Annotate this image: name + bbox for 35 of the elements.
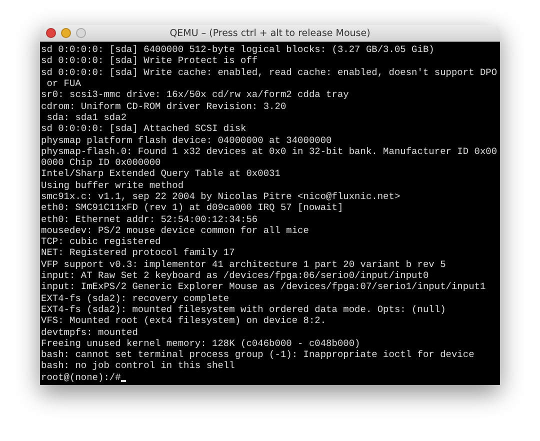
console-line: devtmpfs: mounted bbox=[41, 326, 138, 338]
console-line: bash: cannot set terminal process group (-1): Inappropriate ioctl for device bbox=[41, 349, 474, 360]
close-button[interactable] bbox=[46, 28, 56, 38]
console-line: cdrom: Uniform CD-ROM driver Revision: 3.20 bbox=[41, 100, 286, 112]
console-line: Using buffer write method bbox=[41, 180, 184, 191]
text-cursor bbox=[120, 380, 126, 382]
console-line: EXT4-fs (sda2): recovery complete bbox=[41, 292, 230, 304]
console-line: input: AT Raw Set 2 keyboard as /devices/fpga:06/serio0/input/input0 bbox=[41, 270, 429, 282]
console-line: sda: sda1 sda2 bbox=[46, 112, 127, 123]
console-line: sd 0:0:0:0: [sda] Write cache: enabled, read cache: enabled, doesn't support DPO bbox=[41, 66, 498, 78]
console-line: sd 0:0:0:0: [sda] Attached SCSI disk bbox=[41, 123, 246, 134]
console-line: EXT4-fs (sda2): mounted filesystem with ordered data mode. Opts: (null) bbox=[41, 304, 446, 315]
console-line: sd 0:0:0:0: [sda] 6400000 512-byte logical blocks: (3.27 GB/3.05 GiB) bbox=[41, 44, 434, 56]
console-line: root@(none):/# bbox=[41, 372, 121, 383]
console-line: mousedev: PS/2 mouse device common for all mice bbox=[41, 224, 309, 236]
console-line: Freeing unused kernel memory: 128K (c046b000 - c048b000) bbox=[41, 338, 360, 349]
console-line: physmap-flash.0: Found 1 x32 devices at 0x0 in 32-bit bank. Manufacturer ID 0x00 bbox=[41, 146, 498, 157]
console-line: sd 0:0:0:0: [sda] Write Protect is off bbox=[41, 55, 258, 66]
console-line: sr0: scsi3-mmc drive: 16x/50x cd/rw xa/form2 cdda tray bbox=[41, 89, 349, 100]
console-line: smc91x.c: v1.1, sep 22 2004 by Nicolas Pitre <nico@fluxnic.net> bbox=[41, 191, 400, 202]
console-line: 0000 Chip ID 0x000000 bbox=[41, 157, 161, 168]
console-line: VFS: Mounted root (ext4 filesystem) on device 8:2. bbox=[41, 315, 326, 326]
console-line: eth0: Ethernet addr: 52:54:00:12:34:56 bbox=[41, 214, 258, 225]
console-line: TCP: cubic registered bbox=[41, 236, 161, 248]
window-title: QEMU – (Press ctrl + alt to release Mouse) bbox=[168, 28, 372, 38]
console-line: or FUA bbox=[46, 78, 81, 90]
console-line: physmap platform flash device: 04000000 at 34000000 bbox=[41, 134, 332, 146]
console-line: VFP support v0.3: implementor 41 architecture 1 part 20 variant b rev 5 bbox=[41, 258, 446, 270]
console-line: eth0: SMC91C11xFD (rev 1) at d09ca000 IRQ 57 [nowait] bbox=[41, 202, 344, 214]
console-line: input: ImExPS/2 Generic Explorer Mouse as /devices/fpga:07/serio1/input/input1 bbox=[41, 281, 486, 292]
zoom-button[interactable] bbox=[76, 28, 86, 38]
console-line: Intel/Sharp Extended Query Table at 0x0031 bbox=[41, 168, 280, 180]
console-line: NET: Registered protocol family 17 bbox=[41, 247, 235, 258]
minimize-button[interactable] bbox=[61, 28, 71, 38]
console-line: bash: no job control in this shell bbox=[41, 360, 235, 372]
